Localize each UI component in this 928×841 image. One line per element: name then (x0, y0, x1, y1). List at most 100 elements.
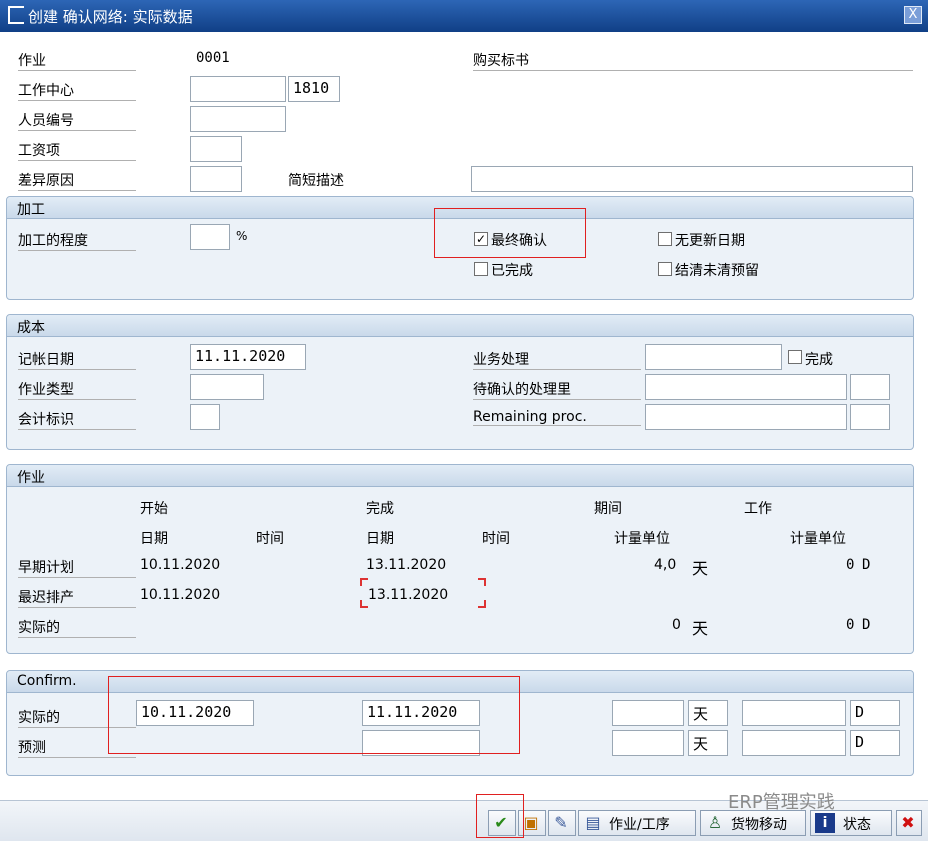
early-work: 0 (846, 557, 855, 573)
highlight-final-conf (434, 208, 586, 258)
highlight-confirm-button (476, 794, 524, 838)
actual-duration-unit-input[interactable]: 天 (688, 700, 728, 726)
info-icon: i (815, 813, 835, 833)
goods-movement-button[interactable]: ♙ 货物移动 (700, 810, 806, 836)
duration-unit-header: 计量单位 (614, 531, 670, 547)
finish-time-header: 时间 (482, 531, 510, 547)
degree-input[interactable] (190, 224, 230, 250)
short-text-label: 简短描述 (288, 173, 344, 189)
personnel-input[interactable] (190, 106, 286, 132)
wage-input[interactable] (190, 136, 242, 162)
edit-button[interactable]: ✎ (548, 810, 576, 836)
complete-label: 完成 (805, 352, 833, 368)
no-date-update-checkbox[interactable] (658, 232, 672, 246)
activity-group-title: 作业 (17, 470, 45, 486)
start-time-header: 时间 (256, 531, 284, 547)
actual-work-unit-input[interactable]: D (850, 700, 900, 726)
close-button[interactable]: X (904, 6, 922, 24)
accounting-label: 会计标识 (18, 409, 136, 430)
pending-input[interactable] (645, 374, 847, 400)
early-plan-label: 早期计划 (18, 557, 136, 578)
forecast-work-input[interactable] (742, 730, 846, 756)
work-unit-header: 计量单位 (790, 531, 846, 547)
actual-duration: 0 (672, 617, 681, 633)
highlight-confirm-dates (108, 676, 520, 754)
completed-label: 已完成 (491, 263, 533, 279)
pending-unit-input[interactable] (850, 374, 890, 400)
activity-label: 作业 (18, 50, 136, 71)
forecast-duration-unit-input[interactable]: 天 (688, 730, 728, 756)
latest-plan-label: 最迟排产 (18, 587, 136, 608)
work-header: 工作 (744, 501, 772, 517)
finish-header: 完成 (366, 501, 394, 517)
start-header: 开始 (140, 501, 168, 517)
duration-header: 期间 (594, 501, 622, 517)
edit-icon: ✎ (554, 813, 568, 832)
clear-reservations-label: 结清未清预留 (675, 263, 759, 279)
early-duration: 4,0 (654, 557, 677, 573)
activity-type-input[interactable] (190, 374, 264, 400)
activity-operation-label: 作业/工序 (609, 817, 670, 833)
early-finish: 13.11.2020 (366, 557, 447, 573)
window-title: 创建 确认网络: 实际数据 (28, 8, 193, 26)
goods-movement-label: 货物移动 (731, 817, 787, 833)
work-center-input[interactable] (190, 76, 286, 102)
cancel-icon: ✖ (901, 813, 915, 832)
selection-corner-tl (360, 578, 368, 586)
variance-label: 差异原因 (18, 170, 136, 191)
document-icon: ▤ (585, 813, 601, 832)
actual-work: 0 (846, 617, 855, 633)
plant-input[interactable]: 1810 (288, 76, 340, 102)
purchase-underline (473, 70, 913, 71)
latest-start: 10.11.2020 (140, 587, 221, 603)
early-start: 10.11.2020 (140, 557, 221, 573)
actual-duration-unit: 天 (692, 619, 709, 638)
cost-title: 成本 (17, 320, 45, 336)
clear-reservations-checkbox[interactable] (658, 262, 672, 276)
early-duration-unit: 天 (692, 559, 709, 578)
cancel-button[interactable]: ✖ (896, 810, 922, 836)
processing-title: 加工 (17, 202, 45, 218)
remaining-unit-input[interactable] (850, 404, 890, 430)
complete-checkbox[interactable] (788, 350, 802, 364)
actual-label: 实际的 (18, 617, 136, 638)
remaining-label: Remaining proc. (473, 409, 641, 426)
work-center-label: 工作中心 (18, 80, 136, 101)
short-text-input[interactable] (471, 166, 913, 192)
variance-input[interactable] (190, 166, 242, 192)
activity-value: 0001 (196, 50, 230, 66)
accounting-input[interactable] (190, 404, 220, 430)
title-bar: 创建 确认网络: 实际数据 X (0, 0, 928, 32)
actual-work-input[interactable] (742, 700, 846, 726)
posting-date-input[interactable]: 11.11.2020 (190, 344, 306, 370)
wage-label: 工资项 (18, 140, 136, 161)
purchase-label: 购买标书 (473, 53, 529, 69)
person-icon: ♙ (707, 813, 723, 832)
confirm-title: Confirm. (17, 673, 77, 689)
activity-type-label: 作业类型 (18, 379, 136, 400)
status-label: 状态 (843, 817, 871, 833)
selection-corner-br (478, 600, 486, 608)
forecast-work-unit-input[interactable]: D (850, 730, 900, 756)
selection-corner-bl (360, 600, 368, 608)
degree-label: 加工的程度 (18, 230, 136, 251)
posting-date-label: 记帐日期 (18, 349, 136, 370)
personnel-label: 人员编号 (18, 110, 136, 131)
business-input[interactable] (645, 344, 782, 370)
latest-finish[interactable]: 13.11.2020 (368, 587, 448, 603)
finish-date-header: 日期 (366, 531, 394, 547)
business-label: 业务处理 (473, 349, 641, 370)
window-icon (8, 6, 24, 24)
no-date-update-label: 无更新日期 (675, 233, 745, 249)
save-icon: ▣ (523, 813, 539, 832)
percent-sign: % (236, 229, 248, 243)
remaining-input[interactable] (645, 404, 847, 430)
activity-operation-button[interactable]: ▤ 作业/工序 (578, 810, 696, 836)
actual-duration-input[interactable] (612, 700, 684, 726)
completed-checkbox[interactable] (474, 262, 488, 276)
status-button[interactable]: i 状态 (810, 810, 892, 836)
pending-label: 待确认的处理里 (473, 379, 641, 400)
actual-work-unit: D (862, 617, 871, 633)
forecast-duration-input[interactable] (612, 730, 684, 756)
early-work-unit: D (862, 557, 871, 573)
